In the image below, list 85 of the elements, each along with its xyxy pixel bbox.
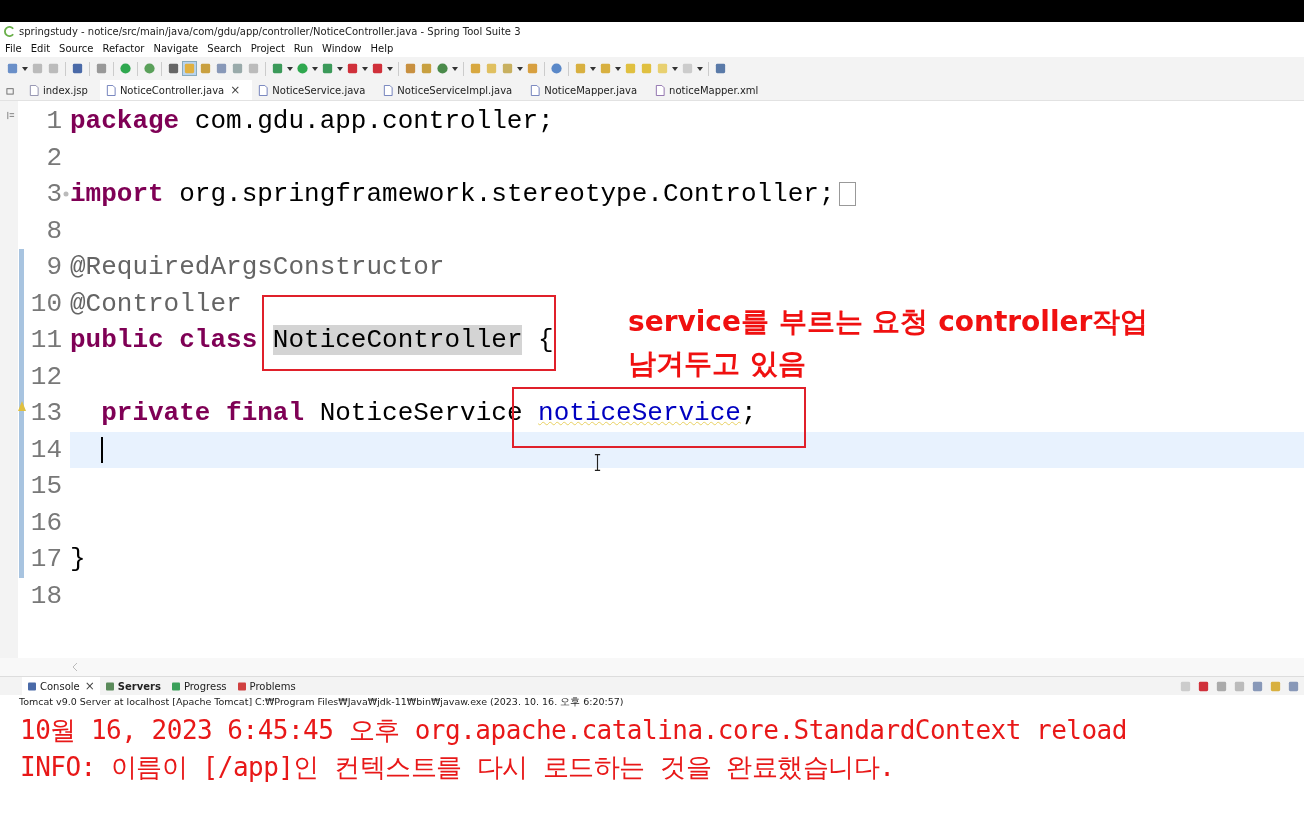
restore-icon[interactable] (6, 85, 15, 95)
process-label: Tomcat v9.0 Server at localhost [Apache Tomcat] C:₩Program Files₩Java₩jdk-11₩bin₩javaw.exe (2023. 10. 16. 오후 6:20:57) (18, 695, 625, 708)
line-number: 16 (29, 507, 62, 538)
app-icon (4, 25, 15, 37)
line-number: 10 (29, 288, 62, 319)
code-token: ; (740, 398, 757, 429)
editor-tab[interactable]: noticeMapper.xml (649, 80, 771, 100)
menu-item[interactable]: Source (59, 43, 94, 54)
editor-tab[interactable]: index.jsp (23, 80, 100, 100)
dropdown-caret-icon[interactable] (672, 66, 678, 71)
file-icon (105, 84, 116, 96)
line-number: 8 (45, 215, 62, 246)
code-token: } (70, 544, 86, 575)
line-number: 11 (29, 325, 62, 356)
editor-tab[interactable]: NoticeServiceImpl.java (377, 80, 525, 100)
line-number: 14 (29, 434, 62, 465)
annotation-text: service를 부르는 요청 controller작업 (628, 304, 1149, 340)
dropdown-caret-icon[interactable] (590, 66, 596, 71)
code-token: package (70, 106, 180, 137)
menu-item[interactable]: File (5, 43, 22, 54)
menu-item[interactable]: Help (370, 43, 394, 54)
menu-item[interactable]: Refactor (102, 43, 145, 54)
code-token: { (537, 325, 554, 356)
code-token: @RequiredArgsConstructor (70, 252, 445, 283)
console-line: INFO: 이름이 [/app]인 컨텍스트를 다시 로드하는 것을 완료했습니다. (20, 751, 896, 784)
file-icon (258, 84, 269, 96)
menu-item[interactable]: Window (322, 43, 362, 54)
dropdown-caret-icon[interactable] (697, 66, 703, 71)
code-token: public (70, 325, 164, 356)
code-token: final (225, 398, 305, 429)
line-number: 12 (29, 361, 62, 392)
dropdown-caret-icon[interactable] (337, 66, 343, 71)
close-tab-button[interactable]: × (230, 83, 241, 97)
outline-icon[interactable] (6, 111, 15, 120)
close-tab-button[interactable]: × (84, 679, 95, 693)
file-icon (29, 84, 39, 96)
text-cursor (101, 436, 104, 463)
line-number: 15 (29, 471, 62, 502)
menu-item[interactable]: Run (293, 43, 314, 54)
console-line: 10월 16, 2023 6:45:45 오후 org.apache.catalina.core.StandardContext reload (20, 714, 1128, 747)
scroll-left-icon[interactable] (72, 663, 78, 671)
editor-tab[interactable]: NoticeMapper.java (524, 80, 650, 100)
code-token: org.springframework.stereotype.Controller; (178, 179, 835, 210)
line-number: 9 (45, 252, 62, 283)
menu-item[interactable]: Project (250, 43, 285, 54)
dropdown-caret-icon[interactable] (22, 66, 28, 71)
dropdown-caret-icon[interactable] (312, 66, 318, 71)
fold-icon[interactable] (63, 191, 69, 198)
menu-item[interactable]: Navigate (153, 43, 199, 54)
dropdown-caret-icon[interactable] (387, 66, 393, 71)
stop-icon[interactable] (346, 62, 359, 75)
line-number: 2 (45, 142, 62, 173)
code-token: private (101, 398, 211, 429)
editor-tab[interactable]: NoticeController.java × (99, 80, 253, 100)
folded-import-marker[interactable] (838, 182, 856, 207)
console-tab[interactable]: Progress (165, 677, 232, 695)
menu-item[interactable]: Edit (30, 43, 51, 54)
code-token: class (178, 325, 258, 356)
code-token: NoticeController (272, 325, 523, 356)
dropdown-caret-icon[interactable] (517, 66, 523, 71)
console-tab[interactable]: Problems (231, 677, 301, 695)
window-title: springstudy - notice/src/main/java/com/gdu/app/controller/NoticeController.java - Spring Tool Suite 3 (19, 25, 521, 37)
console-tab[interactable]: Console × (22, 677, 100, 695)
line-number: 3 (45, 179, 62, 210)
dropdown-caret-icon[interactable] (615, 66, 621, 71)
file-icon (530, 84, 541, 96)
dropdown-caret-icon[interactable] (452, 66, 458, 71)
dropdown-caret-icon[interactable] (287, 66, 293, 71)
code-token: import (70, 179, 164, 210)
line-number: 13 (29, 398, 62, 429)
annotation-text: 남겨두고 있음 (628, 346, 807, 382)
file-icon (383, 84, 394, 96)
dropdown-caret-icon[interactable] (362, 66, 368, 71)
line-number: 17 (29, 544, 62, 575)
code-token: noticeService (538, 398, 741, 429)
xml-file-icon (655, 84, 666, 96)
menu-item[interactable]: Search (207, 43, 242, 54)
editor-tab[interactable]: NoticeService.java (252, 80, 378, 100)
stop-icon[interactable] (1197, 679, 1210, 693)
line-number: 1 (45, 106, 62, 137)
text-cursor-icon (594, 453, 601, 472)
console-tab[interactable]: Servers (99, 677, 166, 695)
code-token: @Controller (70, 288, 242, 319)
line-number: 18 (29, 580, 62, 611)
code-token: com.gdu.app.controller; (193, 106, 554, 137)
